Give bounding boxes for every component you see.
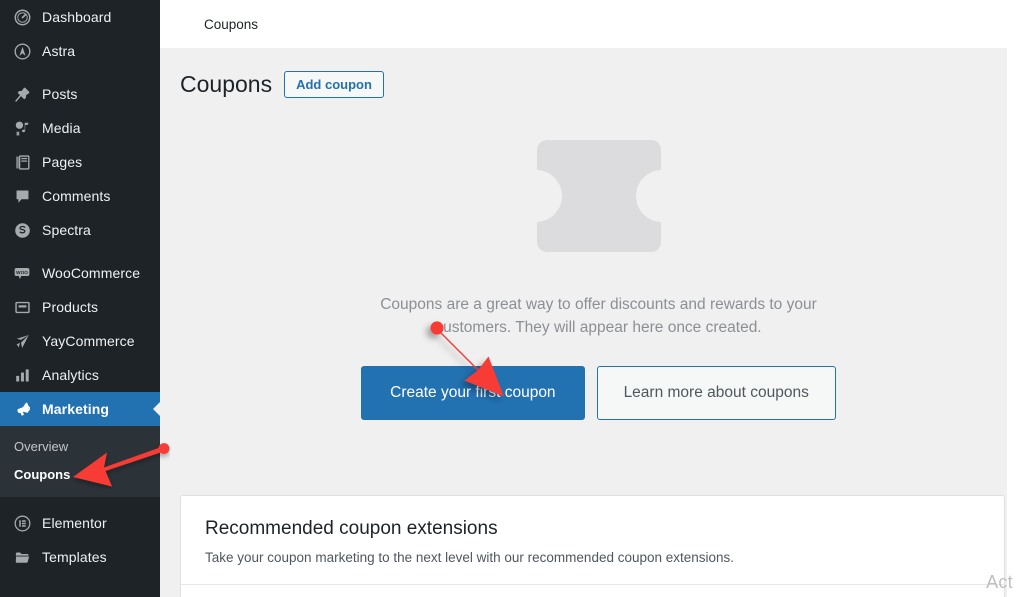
sidebar-item-astra[interactable]: Astra xyxy=(0,34,160,68)
dashboard-icon xyxy=(8,9,36,26)
pin-icon xyxy=(8,86,36,103)
media-icon xyxy=(8,120,36,137)
svg-text:WOO: WOO xyxy=(16,270,28,275)
products-icon xyxy=(8,299,36,316)
admin-page-content: Coupons Coupons Add coupon Coupons are a… xyxy=(160,0,1007,597)
sidebar-item-label: Dashboard xyxy=(42,9,112,25)
sidebar-item-label: Spectra xyxy=(42,222,91,238)
sidebar-item-label: Marketing xyxy=(42,401,110,417)
sidebar-item-overview[interactable]: Overview xyxy=(0,433,160,461)
sidebar-submenu-marketing: Overview Coupons xyxy=(0,426,160,497)
pages-icon xyxy=(8,154,36,171)
learn-more-about-coupons-button[interactable]: Learn more about coupons xyxy=(596,365,836,420)
sidebar-item-products[interactable]: Products xyxy=(0,290,160,324)
sidebar-item-spectra[interactable]: Spectra xyxy=(0,213,160,247)
page-right-edge xyxy=(1007,0,1019,597)
sidebar-item-label: Posts xyxy=(42,86,78,102)
sidebar-item-comments[interactable]: Comments xyxy=(0,179,160,213)
recommended-extensions-subtitle: Take your coupon marketing to the next l… xyxy=(205,549,735,565)
sidebar-item-templates[interactable]: Templates xyxy=(0,540,160,574)
sidebar-separator xyxy=(0,497,160,506)
woocommerce-icon: WOO xyxy=(8,264,36,282)
sidebar-item-label: Pages xyxy=(42,154,83,170)
templates-icon xyxy=(8,549,36,566)
sidebar-item-label: YayCommerce xyxy=(42,333,135,349)
sidebar-item-analytics[interactable]: Analytics xyxy=(0,358,160,392)
recommended-extensions-title: Recommended coupon extensions xyxy=(205,518,498,539)
sidebar-item-label: Media xyxy=(42,120,81,136)
sidebar-item-pages[interactable]: Pages xyxy=(0,145,160,179)
sidebar-item-yaycommerce[interactable]: YayCommerce xyxy=(0,324,160,358)
create-first-coupon-button[interactable]: Create your first coupon xyxy=(361,365,585,420)
astra-icon xyxy=(8,43,36,60)
sidebar-item-label: Comments xyxy=(42,188,111,204)
sidebar-separator xyxy=(0,68,160,77)
sidebar-item-label: Templates xyxy=(42,549,107,565)
coupon-ticket-icon xyxy=(535,139,662,252)
sidebar-item-dashboard[interactable]: Dashboard xyxy=(0,0,160,34)
sidebar-item-coupons[interactable]: Coupons xyxy=(0,461,160,489)
coupons-empty-state: Coupons are a great way to offer discoun… xyxy=(160,139,1007,420)
sidebar-item-label: Analytics xyxy=(42,367,99,383)
sidebar-item-label: WooCommerce xyxy=(42,265,141,281)
elementor-icon xyxy=(8,515,36,532)
recommended-extensions-card: Recommended coupon extensions Take your … xyxy=(180,495,1005,597)
megaphone-icon xyxy=(8,400,36,418)
sidebar-item-marketing[interactable]: Marketing xyxy=(0,392,160,426)
add-coupon-button[interactable]: Add coupon xyxy=(284,71,384,99)
sidebar-item-posts[interactable]: Posts xyxy=(0,77,160,111)
admin-sidebar: Dashboard Astra Posts Media Pages Commen… xyxy=(0,0,160,597)
activation-watermark: Act xyxy=(986,572,1013,592)
analytics-icon xyxy=(8,367,36,384)
recommended-extensions-body xyxy=(181,585,1004,597)
page-header: Coupons Add coupon xyxy=(160,48,1007,100)
sidebar-item-label: Products xyxy=(42,299,99,315)
sidebar-item-woocommerce[interactable]: WOO WooCommerce xyxy=(0,256,160,290)
spectra-icon xyxy=(8,222,36,239)
sidebar-separator xyxy=(0,247,160,256)
wordpress-admin-screen: Dashboard Astra Posts Media Pages Commen… xyxy=(0,0,1019,597)
recommended-extensions-header: Recommended coupon extensions Take your … xyxy=(181,496,1004,584)
sidebar-item-label: Elementor xyxy=(42,515,107,531)
sidebar-item-label: Astra xyxy=(42,43,76,59)
empty-state-actions: Create your first coupon Learn more abou… xyxy=(361,365,836,420)
page-topbar: Coupons xyxy=(160,0,1007,48)
page-title: Coupons xyxy=(180,71,273,97)
empty-state-description: Coupons are a great way to offer discoun… xyxy=(380,295,817,337)
sidebar-item-elementor[interactable]: Elementor xyxy=(0,506,160,540)
breadcrumb: Coupons xyxy=(204,16,259,32)
yaycommerce-icon xyxy=(8,333,36,350)
comments-icon xyxy=(8,188,36,205)
sidebar-item-media[interactable]: Media xyxy=(0,111,160,145)
